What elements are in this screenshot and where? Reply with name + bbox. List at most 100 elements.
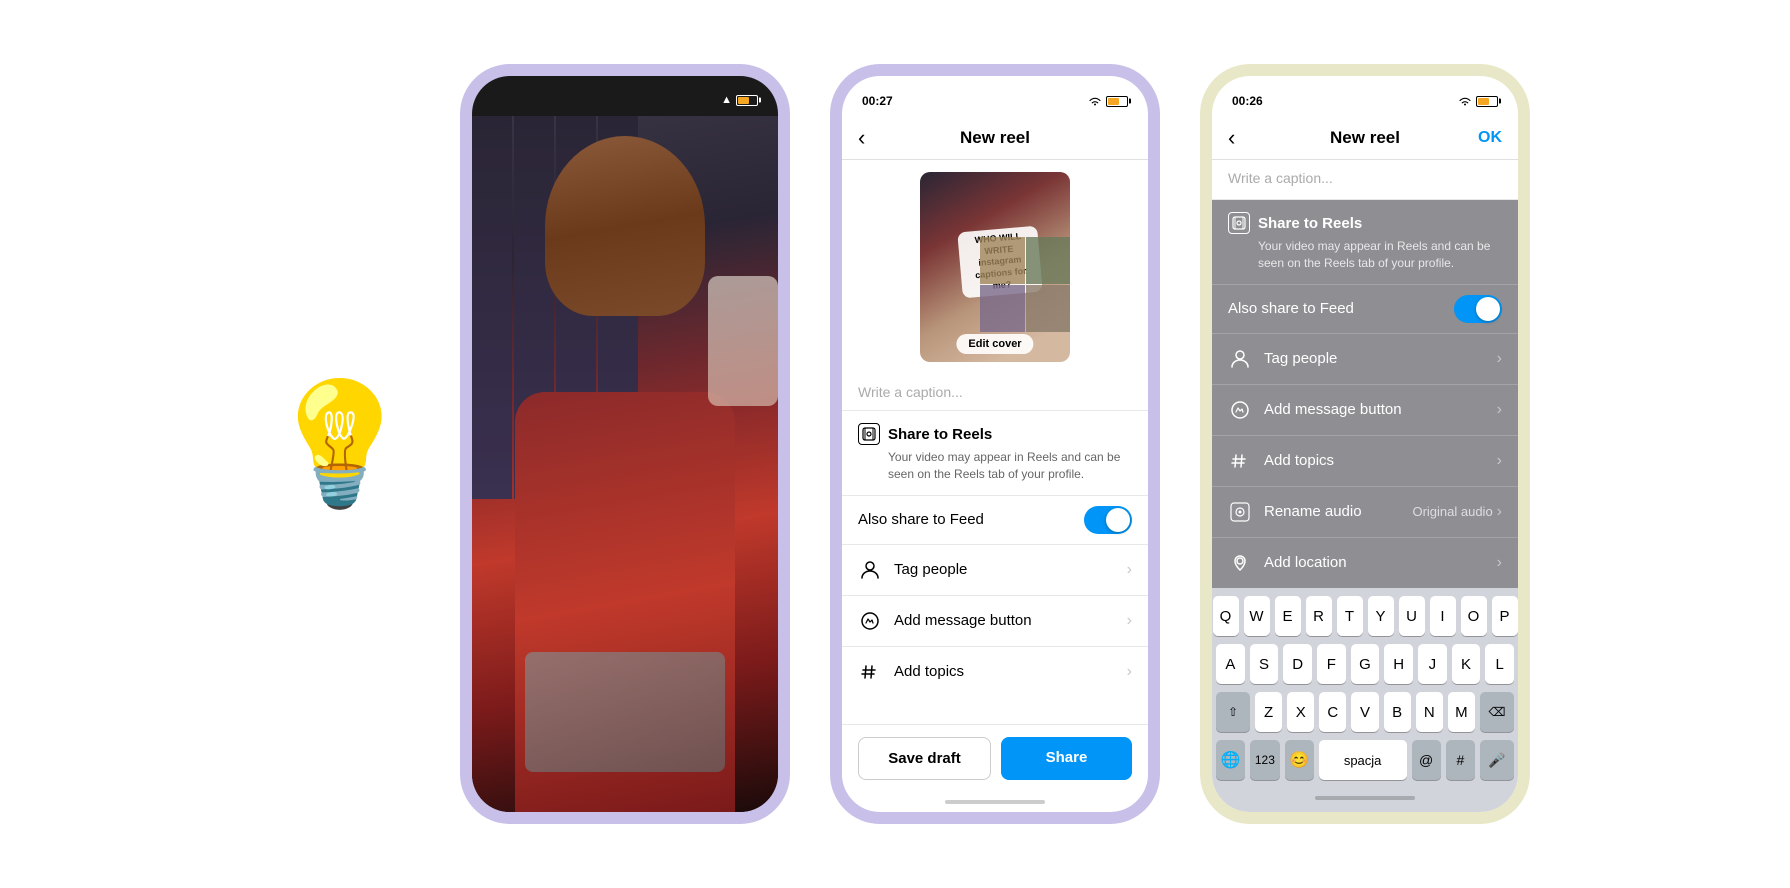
key-N[interactable]: N [1416,692,1443,732]
phone-2-back-button[interactable]: ‹ [858,125,888,151]
phone3-rename-audio-label: Rename audio [1264,503,1412,520]
key-P[interactable]: P [1492,596,1518,636]
phone-2-nav-bar: ‹ New reel [842,116,1148,160]
phone3-rename-audio-item[interactable]: Rename audio Original audio › [1212,487,1518,538]
key-Q[interactable]: Q [1213,596,1239,636]
tag-people-item[interactable]: Tag people › [842,545,1148,596]
key-B[interactable]: B [1384,692,1411,732]
phone-2-caption-input[interactable]: Write a caption... [842,374,1148,411]
message-icon-svg [860,611,880,631]
key-at[interactable]: @ [1412,740,1441,780]
spacer [842,697,1148,724]
keyboard-row-1: Q W E R T Y U I O P [1216,596,1514,636]
key-emoji[interactable]: 😊 [1285,740,1314,780]
key-shift[interactable]: ⇧ [1216,692,1250,732]
laptop [525,652,725,772]
phone3-tag-people-label: Tag people [1264,350,1497,367]
key-E[interactable]: E [1275,596,1301,636]
keyboard-row-3: ⇧ Z X C V B N M ⌫ [1216,692,1514,732]
key-A[interactable]: A [1216,644,1245,684]
key-delete[interactable]: ⌫ [1480,692,1514,732]
phone3-share-to-reels-title: Share to Reels [1258,215,1362,232]
key-C[interactable]: C [1319,692,1346,732]
key-Y[interactable]: Y [1368,596,1394,636]
key-U[interactable]: U [1399,596,1425,636]
key-D[interactable]: D [1283,644,1312,684]
phone-3-back-button[interactable]: ‹ [1228,125,1258,151]
phone3-message-icon-svg [1230,400,1250,420]
save-draft-button[interactable]: Save draft [858,737,991,780]
phone3-add-message-item[interactable]: Add message button › [1212,385,1518,436]
phone-3-battery-icon [1476,96,1498,107]
woman-hair [545,136,705,316]
phone-3-wifi-icon [1458,96,1472,107]
phone-3-time: 00:26 [1232,94,1263,108]
key-T[interactable]: T [1337,596,1363,636]
phone3-add-topics-item[interactable]: Add topics › [1212,436,1518,487]
phone-3-battery-fill [1478,98,1489,105]
key-globe[interactable]: 🌐 [1216,740,1245,780]
phone-1-wifi-icon: ▲ [721,94,732,106]
home-bar-2 [945,800,1045,804]
phone-3-ok-button[interactable]: OK [1472,129,1502,147]
key-Z[interactable]: Z [1255,692,1282,732]
phone-1-notch [565,76,685,104]
key-mic[interactable]: 🎤 [1480,740,1514,780]
key-123[interactable]: 123 [1250,740,1279,780]
phone-3: 00:26 ‹ New reel OK [1200,64,1530,824]
edit-cover-button[interactable]: Edit cover [956,334,1033,354]
phone-3-caption-input[interactable]: Write a caption... [1212,160,1518,200]
add-topics-label: Add topics [894,663,1127,680]
phone3-also-share-label: Also share to Feed [1228,300,1354,317]
key-O[interactable]: O [1461,596,1487,636]
phone-2-time: 00:27 [862,94,893,108]
phone3-share-to-reels-section: Share to Reels Your video may appear in … [1212,200,1518,285]
home-indicator-2 [842,792,1148,812]
key-X[interactable]: X [1287,692,1314,732]
key-L[interactable]: L [1485,644,1514,684]
share-button[interactable]: Share [1001,737,1132,780]
key-J[interactable]: J [1418,644,1447,684]
key-F[interactable]: F [1317,644,1346,684]
key-G[interactable]: G [1351,644,1380,684]
reel-grid-cell-3 [980,285,1025,332]
phone3-rename-audio-icon [1228,500,1252,524]
tag-people-icon [858,558,882,582]
phone-2-battery-fill [1108,98,1119,105]
phone-2-notch [935,76,1055,104]
add-topics-chevron: › [1127,663,1132,681]
phone3-add-topics-icon [1228,449,1252,473]
key-hash[interactable]: # [1446,740,1475,780]
reels-icon-svg [862,427,876,441]
phone-1-battery-fill [738,97,749,104]
key-space[interactable]: spacja [1319,740,1407,780]
phone-1-icons: ▲ [721,94,758,106]
phone3-music-icon-svg [1230,502,1250,522]
main-scene: 💡 ▲ [0,0,1790,888]
phone-3-nav-bar: ‹ New reel OK [1212,116,1518,160]
phone3-add-location-chevron: › [1497,554,1502,572]
phone3-also-share-toggle[interactable] [1454,295,1502,323]
key-I[interactable]: I [1430,596,1456,636]
key-K[interactable]: K [1452,644,1481,684]
phone3-add-location-label: Add location [1264,554,1497,571]
key-M[interactable]: M [1448,692,1475,732]
key-V[interactable]: V [1351,692,1378,732]
phone3-tag-people-item[interactable]: Tag people › [1212,334,1518,385]
key-W[interactable]: W [1244,596,1270,636]
add-message-item[interactable]: Add message button › [842,596,1148,647]
key-H[interactable]: H [1384,644,1413,684]
phone3-tag-people-chevron: › [1497,350,1502,368]
add-topics-item[interactable]: Add topics › [842,647,1148,697]
share-to-reels-title: Share to Reels [888,426,992,443]
phone3-add-location-item[interactable]: Add location › [1212,538,1518,588]
phone3-rename-audio-value: Original audio [1412,504,1492,519]
also-share-toggle[interactable] [1084,506,1132,534]
section-title-row: Share to Reels [858,423,1132,445]
home-bar-3 [1315,796,1415,800]
reel-grid-cell-1 [980,237,1025,284]
key-S[interactable]: S [1250,644,1279,684]
phone-1-battery-icon [736,95,758,106]
phone-3-content: Write a caption... [1212,160,1518,812]
key-R[interactable]: R [1306,596,1332,636]
